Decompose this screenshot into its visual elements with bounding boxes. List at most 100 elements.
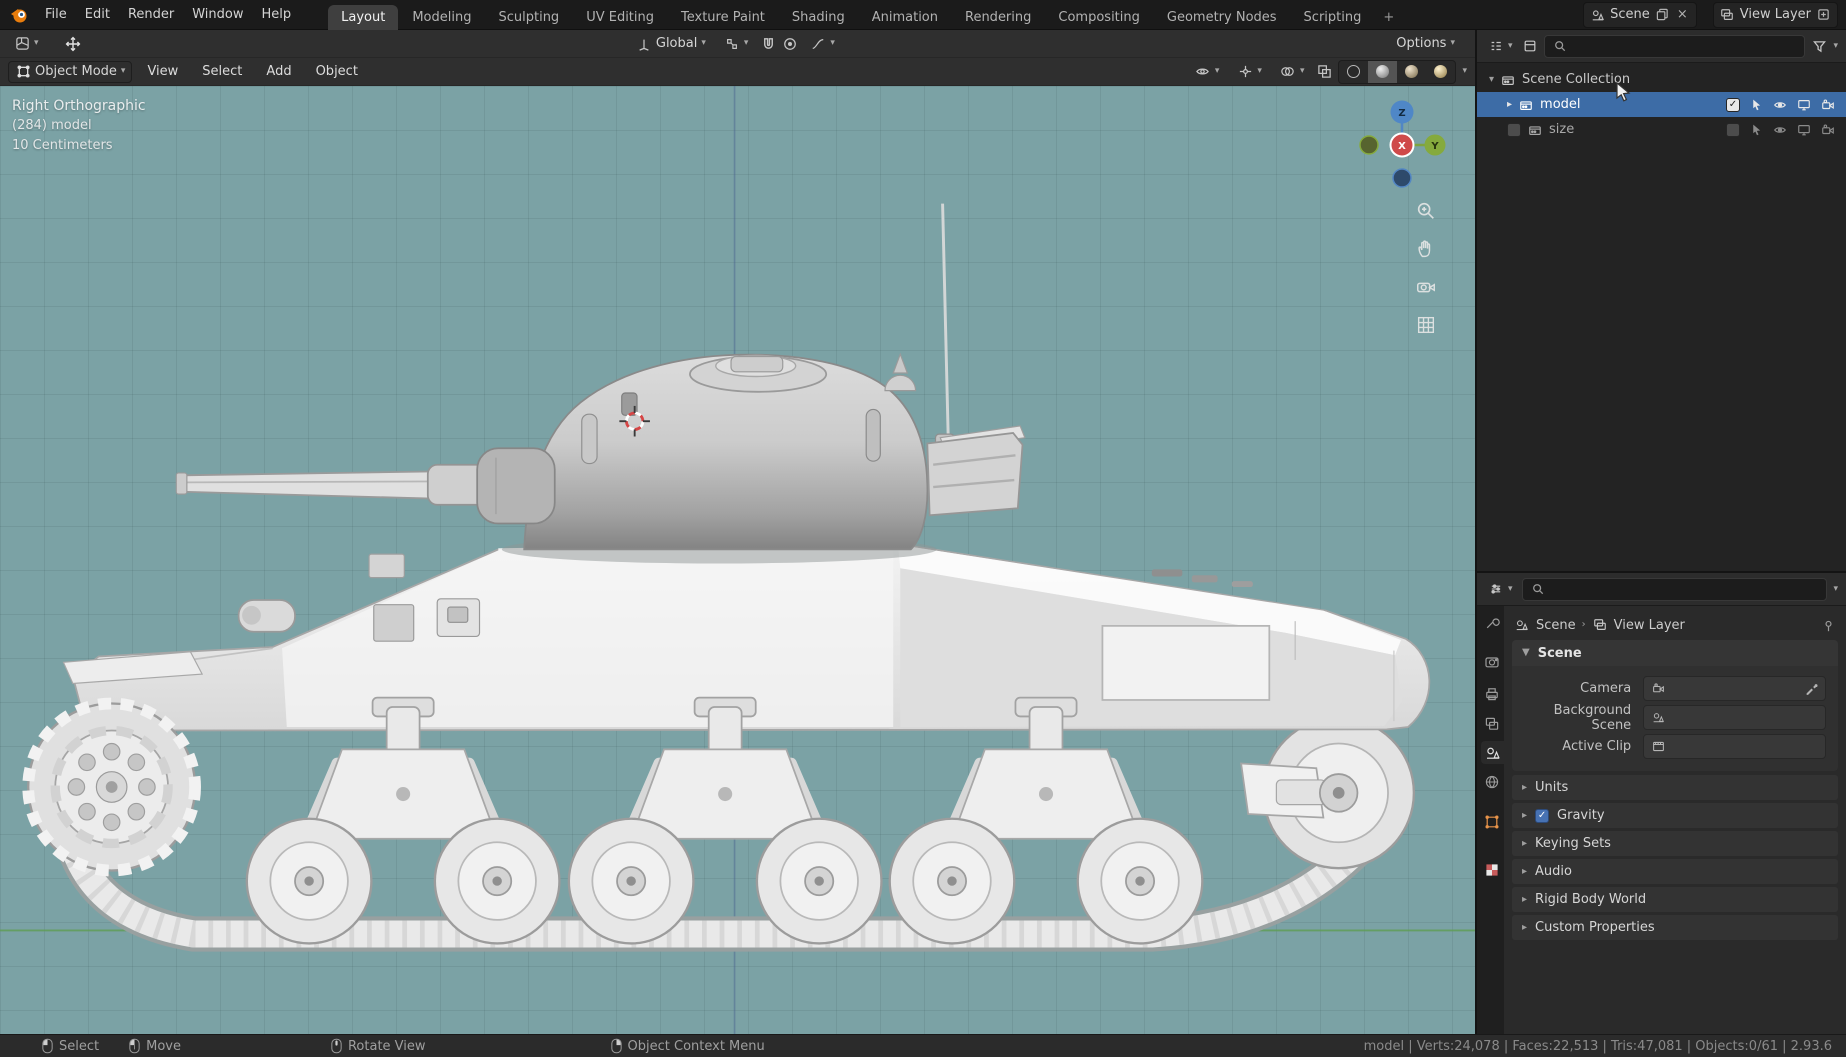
disclosure-icon[interactable]: ▸ (1507, 99, 1512, 110)
browse-scene-icon[interactable] (1590, 7, 1605, 22)
disclosure-icon[interactable]: ▾ (1489, 74, 1494, 85)
workspace-tab-layout[interactable]: Layout (328, 4, 399, 30)
shading-options-chevron[interactable]: ▾ (1462, 67, 1467, 76)
new-view-layer-icon[interactable] (1816, 7, 1831, 22)
tank-model-render[interactable] (0, 86, 1475, 1034)
workspace-tab-scripting[interactable]: Scripting (1291, 5, 1375, 30)
filter-funnel-icon[interactable] (1811, 38, 1827, 54)
workspace-tab-sculpting[interactable]: Sculpting (485, 5, 572, 30)
panel-rigid-body-world[interactable]: ▸ Rigid Body World (1512, 887, 1838, 912)
pin-icon[interactable] (1820, 617, 1836, 633)
outliner-row-model[interactable]: ▸ model ✓ (1477, 92, 1846, 117)
solid-shading-button[interactable] (1368, 60, 1398, 83)
properties-options-chevron[interactable]: ▾ (1833, 584, 1838, 594)
menu-edit[interactable]: Edit (76, 3, 119, 26)
exclude-checkbox[interactable]: ✓ (1726, 97, 1740, 112)
background-scene-field[interactable] (1643, 705, 1826, 730)
tab-object[interactable] (1480, 810, 1503, 833)
tab-tool[interactable] (1480, 611, 1503, 634)
menu-object[interactable]: Object (307, 61, 367, 82)
viewport-canvas[interactable]: Right Orthographic (284) model 10 Centim… (0, 86, 1475, 1034)
scene-panel-header[interactable]: ▼ Scene (1512, 640, 1838, 666)
axis-z-negative-ball[interactable] (1392, 168, 1412, 188)
snap-target-dropdown[interactable]: ▾ (718, 34, 755, 54)
outliner-options-chevron[interactable]: ▾ (1833, 41, 1838, 51)
panel-audio[interactable]: ▸ Audio (1512, 859, 1838, 884)
exclude-checkbox[interactable] (1726, 122, 1740, 137)
camera-field[interactable] (1643, 676, 1826, 701)
workspace-tab-geometry-nodes[interactable]: Geometry Nodes (1154, 5, 1290, 30)
navigation-gizmo[interactable]: Z Y X (1355, 98, 1449, 192)
add-workspace-button[interactable]: + (1375, 5, 1402, 30)
rendered-shading-button[interactable] (1426, 61, 1455, 83)
properties-search-input[interactable] (1551, 580, 1820, 598)
workspace-tab-modeling[interactable]: Modeling (399, 5, 484, 30)
proportional-editing-toggle[interactable] (782, 36, 798, 52)
xray-toggle[interactable] (1316, 64, 1332, 80)
exclude-checkbox[interactable] (1507, 122, 1521, 137)
gravity-checkbox[interactable]: ✓ (1535, 808, 1550, 823)
menu-render[interactable]: Render (119, 3, 183, 26)
tab-texture[interactable] (1480, 858, 1503, 881)
move-tool-icon[interactable] (65, 36, 81, 52)
scene-name[interactable]: Scene (1610, 7, 1650, 22)
outliner-editor-type-button[interactable]: ▾ (1485, 36, 1516, 56)
selectable-arrow-icon[interactable] (1748, 97, 1764, 113)
unlink-scene-icon[interactable]: × (1675, 7, 1690, 22)
outliner-search-input[interactable] (1573, 37, 1798, 55)
tab-render[interactable] (1480, 650, 1503, 673)
wireframe-shading-button[interactable] (1339, 61, 1368, 83)
material-shading-button[interactable] (1397, 61, 1426, 83)
workspace-tab-compositing[interactable]: Compositing (1045, 5, 1153, 30)
proportional-falloff-dropdown[interactable]: ▾ (804, 34, 841, 54)
panel-custom-properties[interactable]: ▸ Custom Properties (1512, 915, 1838, 940)
hide-eye-icon[interactable] (1772, 97, 1788, 113)
menu-select[interactable]: Select (193, 61, 251, 82)
menu-view[interactable]: View (138, 61, 187, 82)
panel-units[interactable]: ▸ Units (1512, 775, 1838, 800)
zoom-button[interactable] (1413, 198, 1439, 224)
mode-dropdown[interactable]: Object Mode ▾ (8, 60, 133, 83)
selectable-arrow-icon[interactable] (1748, 122, 1764, 138)
snap-magnet-toggle[interactable] (760, 36, 776, 52)
workspace-tab-shading[interactable]: Shading (779, 5, 858, 30)
active-clip-field[interactable] (1643, 734, 1826, 759)
display-mode-icon[interactable] (1522, 38, 1538, 54)
view-layer-name[interactable]: View Layer (1740, 7, 1811, 22)
overlays-dropdown[interactable]: ▾ (1274, 62, 1311, 82)
transform-orientation-dropdown[interactable]: Global ▾ (630, 34, 712, 54)
menu-window[interactable]: Window (183, 3, 252, 26)
blender-logo-icon[interactable] (8, 4, 30, 26)
toggle-orthographic-button[interactable] (1413, 312, 1439, 338)
menu-file[interactable]: File (36, 3, 76, 26)
axis-y-negative-ball[interactable] (1359, 135, 1379, 155)
options-dropdown[interactable]: Options ▾ (1390, 34, 1461, 53)
tab-view-layer[interactable] (1480, 712, 1503, 735)
render-disable-camera-icon[interactable] (1820, 122, 1836, 138)
panel-keying-sets[interactable]: ▸ Keying Sets (1512, 831, 1838, 856)
object-visibility-dropdown[interactable]: ▾ (1189, 62, 1226, 82)
new-scene-icon[interactable] (1655, 7, 1670, 22)
menu-help[interactable]: Help (253, 3, 301, 26)
workspace-tab-animation[interactable]: Animation (859, 5, 951, 30)
breadcrumb-scene[interactable]: Scene (1536, 618, 1576, 633)
tab-scene[interactable] (1481, 741, 1504, 764)
viewport-disable-monitor-icon[interactable] (1796, 97, 1812, 113)
outliner-row-size[interactable]: size (1477, 117, 1846, 142)
hide-eye-icon[interactable] (1772, 122, 1788, 138)
render-disable-camera-icon[interactable] (1820, 97, 1836, 113)
properties-editor-type-button[interactable]: ▾ (1485, 579, 1516, 599)
workspace-tab-uv-editing[interactable]: UV Editing (573, 5, 667, 30)
camera-view-button[interactable] (1413, 274, 1439, 300)
viewport-disable-monitor-icon[interactable] (1796, 122, 1812, 138)
panel-gravity[interactable]: ▸ ✓ Gravity (1512, 803, 1838, 828)
eyedropper-icon[interactable] (1803, 681, 1819, 697)
pan-hand-button[interactable] (1413, 236, 1439, 262)
breadcrumb-view-layer[interactable]: View Layer (1614, 618, 1685, 633)
workspace-tab-rendering[interactable]: Rendering (952, 5, 1044, 30)
menu-add[interactable]: Add (257, 61, 300, 82)
tab-output[interactable] (1480, 682, 1503, 705)
editor-type-button[interactable]: ▾ (8, 34, 45, 54)
outliner-row-scene-collection[interactable]: ▾ Scene Collection (1477, 67, 1846, 92)
gizmos-dropdown[interactable]: ▾ (1231, 62, 1268, 82)
